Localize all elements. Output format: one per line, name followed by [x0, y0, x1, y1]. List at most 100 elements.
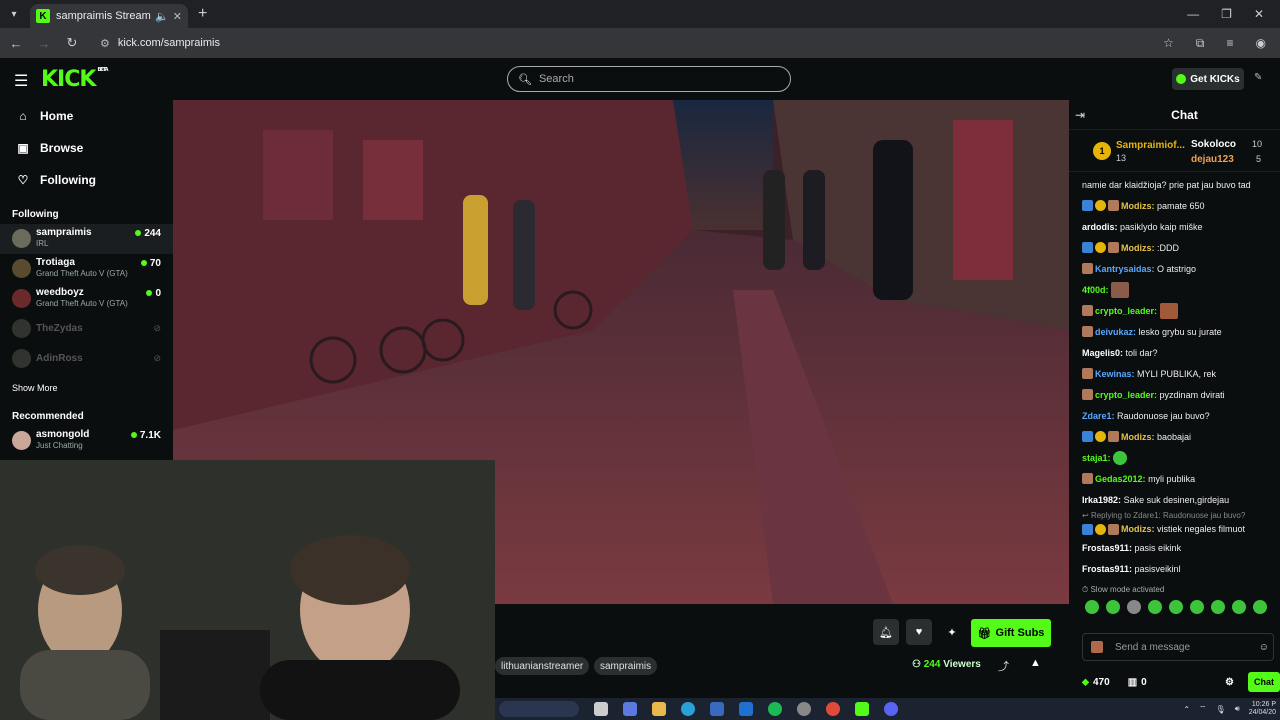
message-user[interactable]: Modizs: [1121, 243, 1155, 253]
channel-trotiaga[interactable]: Trotiaga Grand Theft Auto V (GTA) 70 [0, 254, 173, 284]
get-kicks-label: Get KICKs [1190, 73, 1240, 85]
tag-lithuanianstreamer[interactable]: lithuanianstreamer [495, 657, 590, 675]
site-info-icon[interactable]: ⚙ [100, 37, 110, 50]
tray-chevron-icon[interactable]: ⌃ [1183, 705, 1190, 714]
mic-icon[interactable]: 🎙︎ [1216, 705, 1226, 714]
message-user[interactable]: Modizs: [1121, 432, 1155, 442]
profile-icon[interactable]: ◉ [1256, 36, 1266, 51]
tab-audio-icon[interactable]: 🔈 [155, 10, 169, 23]
emote-icon[interactable] [1190, 600, 1204, 614]
emote-icon[interactable] [1253, 600, 1267, 614]
gift-subs-button[interactable]: 🎁︎ Gift Subs [971, 619, 1051, 647]
message-user[interactable]: staja1: [1082, 453, 1111, 463]
message-user[interactable]: Kewinas: [1095, 369, 1135, 379]
notification-bell-button[interactable]: 🔔︎ [873, 619, 899, 645]
back-icon[interactable]: ← [4, 36, 28, 51]
kick-logo[interactable]: KICK BETA [41, 67, 109, 92]
user-menu-icon[interactable]: ✎ [1254, 72, 1262, 83]
bookmark-star-icon[interactable]: ☆ [1163, 36, 1174, 51]
channel-weedboyz[interactable]: weedboyz Grand Theft Auto V (GTA) 0 [0, 284, 173, 314]
emote-icon[interactable] [1169, 600, 1183, 614]
avatar [1082, 389, 1093, 400]
get-kicks-button[interactable]: Get KICKs [1172, 68, 1244, 90]
emote-icon[interactable] [1106, 600, 1120, 614]
top-gifter-1-name[interactable]: Sampraimiof... [1116, 140, 1185, 151]
emote-icon[interactable] [1232, 600, 1246, 614]
heart-icon: ♥ [915, 626, 923, 638]
window-close-icon[interactable]: ✕ [1254, 7, 1264, 21]
message-user[interactable]: Modizs: [1121, 201, 1155, 211]
message-user[interactable]: Irka1982: [1082, 495, 1121, 505]
forward-icon[interactable]: → [32, 36, 56, 51]
sidebar-item-following[interactable]: ♡ Following [0, 164, 173, 196]
chat-settings-icon[interactable]: ⚙ [1225, 677, 1234, 688]
message-user[interactable]: Frostas911: [1082, 564, 1132, 574]
discord-icon[interactable] [884, 702, 898, 716]
clock-date: 24/04/20 [1248, 709, 1276, 716]
reload-icon[interactable]: ↻ [60, 35, 84, 51]
message-user[interactable]: Kantrysaidas: [1095, 264, 1155, 274]
channel-thezydas[interactable]: TheZydas ⊘ [0, 314, 173, 344]
menu-icon[interactable]: ☰ [14, 71, 28, 91]
message-user[interactable]: Magelis0: [1082, 348, 1123, 358]
message-user[interactable]: 4f00d: [1082, 285, 1109, 295]
message-user[interactable]: Frostas911: [1082, 543, 1132, 553]
emote-icon[interactable] [1211, 600, 1225, 614]
tag-sampraimis[interactable]: sampraimis [594, 657, 658, 675]
message-user[interactable]: Zdare1: [1082, 411, 1115, 421]
store-icon[interactable] [710, 702, 724, 716]
extensions-icon[interactable]: ⧉ [1196, 36, 1205, 51]
message-user[interactable]: crypto_leader: [1095, 306, 1157, 316]
spotify-icon[interactable] [768, 702, 782, 716]
message-user[interactable]: deivukaz: [1095, 327, 1136, 337]
emote-icon[interactable] [1127, 600, 1141, 614]
share-icon[interactable]: ⤴ [998, 658, 1009, 674]
show-more-link[interactable]: Show More [0, 378, 173, 398]
chat-message: Magelis0: toli dar? [1082, 342, 1274, 363]
tab-search-button[interactable]: ▾ [4, 4, 24, 24]
clock[interactable]: 10:26 P 24/04/20 [1249, 701, 1276, 717]
message-user[interactable]: crypto_leader: [1095, 390, 1157, 400]
report-icon[interactable]: ▲ [1030, 657, 1041, 669]
kick-favicon: K [36, 9, 50, 23]
obs-icon[interactable] [797, 702, 811, 716]
top-gifter-3-name[interactable]: dejau123 [1191, 154, 1234, 165]
file-explorer-icon[interactable] [652, 702, 666, 716]
url-field[interactable]: ⚙ kick.com/sampraimis [90, 32, 1150, 54]
message-user[interactable]: Gedas2012: [1095, 474, 1146, 484]
follow-button[interactable]: ♥ [906, 619, 932, 645]
network-icon[interactable]: ⌔ [1199, 704, 1207, 714]
restore-icon[interactable]: ❐ [1221, 7, 1232, 21]
message-user[interactable]: ardodis: [1082, 222, 1118, 232]
kick-app-icon[interactable] [855, 702, 869, 716]
chat-message: Kewinas: MYLI PUBLIKA, rek [1082, 363, 1274, 384]
channel-sampraimis[interactable]: sampraimis IRL 244 [0, 224, 173, 254]
emoji-icon[interactable]: ☺ [1259, 642, 1269, 653]
volume-icon[interactable]: 🔊︎ [1235, 704, 1240, 714]
copilot-icon[interactable] [623, 702, 637, 716]
message-user[interactable]: Modizs: [1121, 524, 1155, 534]
viewer-count: 244 [135, 228, 161, 239]
edge-icon[interactable] [681, 702, 695, 716]
channel-adinross[interactable]: AdinRoss ⊘ [0, 344, 173, 374]
url-text: kick.com/sampraimis [117, 37, 220, 49]
channel-asmongold[interactable]: asmongold Just Chatting 7.1K [0, 426, 173, 456]
top-gifter-2-name[interactable]: Sokoloco [1191, 139, 1236, 150]
sidebar-item-browse[interactable]: ▣ Browse [0, 132, 173, 164]
sparkle-button[interactable]: ✦ [939, 619, 965, 645]
tab-close-icon[interactable]: ✕ [173, 10, 182, 23]
emote-icon[interactable] [1148, 600, 1162, 614]
outlook-icon[interactable] [739, 702, 753, 716]
chat-message-input[interactable]: Send a message ☺ [1082, 633, 1274, 661]
search-input[interactable]: 🔍︎ Search [507, 66, 791, 92]
media-icon[interactable]: ≡ [1227, 36, 1234, 51]
chrome-icon[interactable] [826, 702, 840, 716]
taskbar-search[interactable] [499, 701, 579, 717]
browser-tab[interactable]: K sampraimis Stream - Watch 🔈 ✕ [30, 4, 188, 28]
chat-send-button[interactable]: Chat [1248, 672, 1280, 692]
sidebar-item-home[interactable]: ⌂ Home [0, 100, 173, 132]
minimize-icon[interactable]: — [1187, 7, 1199, 21]
taskview-icon[interactable] [594, 702, 608, 716]
new-tab-button[interactable]: + [198, 5, 207, 23]
emote-icon[interactable] [1085, 600, 1099, 614]
